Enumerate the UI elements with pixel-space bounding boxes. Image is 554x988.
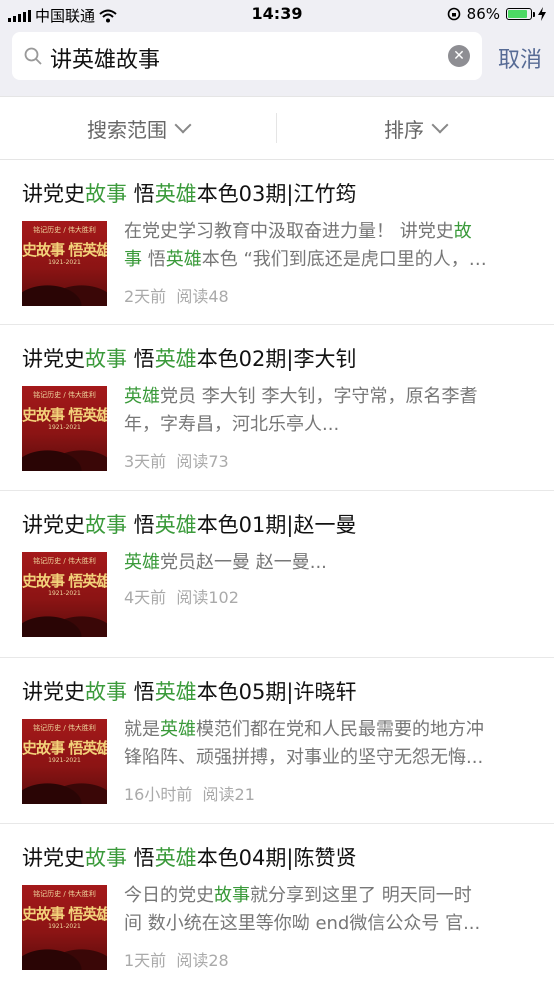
rotation-lock-icon (447, 7, 460, 21)
title-highlight: 故事 (85, 182, 127, 206)
article-title[interactable]: 讲党史故事 悟英雄本色02期|李大钊 (22, 343, 356, 373)
article-snippet: 今日的党史故事就分享到这里了 明天同一时 间 数小统在这里等你呦 end微信公众… (124, 885, 481, 934)
search-input[interactable]: 讲英雄故事 ✕ (12, 32, 482, 80)
results-list: 讲党史故事 悟英雄本色03期|江竹筠 铭记历史 / 伟大胜利 史故事 悟英雄 1… (0, 160, 554, 988)
list-item[interactable]: 讲党史故事 悟英雄本色04期|陈赞贤 铭记历史 / 伟大胜利 史故事 悟英雄 1… (0, 824, 554, 988)
battery-percent: 86% (466, 5, 500, 23)
article-meta: 1天前 阅读28 (124, 947, 229, 971)
article-snippet: 就是英雄模范们都在党和人民最需要的地方冲 锋陷阵、顽强拼搏，对事业的坚守无怨无悔… (124, 719, 484, 768)
thumbnail-title: 史故事 悟英雄 (22, 241, 107, 259)
post-time: 1天前 (124, 951, 167, 970)
read-count: 阅读21 (202, 785, 255, 804)
thumbnail-caption: 铭记历史 / 伟大胜利 (33, 226, 96, 234)
read-count: 阅读102 (176, 588, 239, 607)
charging-icon (538, 7, 546, 21)
sort-label: 排序 (384, 117, 424, 142)
article-meta: 4天前 阅读102 (124, 584, 239, 608)
article-thumbnail[interactable]: 铭记历史 / 伟大胜利 史故事 悟英雄 1921-2021 (22, 221, 107, 306)
list-item[interactable]: 讲党史故事 悟英雄本色03期|江竹筠 铭记历史 / 伟大胜利 史故事 悟英雄 1… (0, 160, 554, 325)
article-thumbnail[interactable]: 铭记历史 / 伟大胜利 史故事 悟英雄 1921-2021 (22, 386, 107, 471)
thumbnail-years: 1921-2021 (48, 259, 81, 266)
post-time: 2天前 (124, 287, 167, 306)
article-title[interactable]: 讲党史故事 悟英雄本色04期|陈赞贤 (22, 842, 356, 872)
read-count: 阅读73 (176, 452, 229, 471)
post-time: 4天前 (124, 588, 167, 607)
article-thumbnail[interactable]: 铭记历史 / 伟大胜利 史故事 悟英雄 1921-2021 (22, 885, 107, 970)
list-item[interactable]: 讲党史故事 悟英雄本色05期|许晓轩 铭记历史 / 伟大胜利 史故事 悟英雄 1… (0, 658, 554, 824)
search-scope-dropdown[interactable]: 搜索范围 (0, 97, 276, 159)
battery-icon (506, 8, 535, 20)
article-title[interactable]: 讲党史故事 悟英雄本色05期|许晓轩 (22, 676, 356, 706)
article-snippet: 英雄党员赵一曼 赵一曼... (124, 552, 327, 573)
read-count: 阅读48 (176, 287, 229, 306)
cancel-button[interactable]: 取消 (498, 42, 542, 74)
title-text: 本色03期|江竹筠 (196, 182, 357, 206)
read-count: 阅读28 (176, 951, 229, 970)
article-snippet: 英雄党员 李大钊 李大钊，字守常，原名李耆 年，字寿昌，河北乐亭人... (124, 386, 478, 435)
title-text: 讲党史 (22, 182, 85, 206)
article-meta: 16小时前 阅读21 (124, 781, 255, 805)
search-icon (24, 47, 42, 65)
filter-bar: 搜索范围 排序 (0, 96, 554, 160)
status-bar: 中国联通 14:39 86% (0, 0, 554, 28)
article-meta: 3天前 阅读73 (124, 448, 229, 472)
chevron-down-icon (174, 116, 192, 134)
list-item[interactable]: 讲党史故事 悟英雄本色01期|赵一曼 铭记历史 / 伟大胜利 史故事 悟英雄 1… (0, 491, 554, 658)
article-meta: 2天前 阅读48 (124, 283, 229, 307)
search-scope-label: 搜索范围 (87, 117, 167, 142)
post-time: 16小时前 (124, 785, 193, 804)
article-snippet: 在党史学习教育中汲取奋进力量！ 讲党史故 事 悟英雄本色 “我们到底还是虎口里的… (124, 221, 487, 270)
post-time: 3天前 (124, 452, 167, 471)
title-highlight: 英雄 (154, 182, 197, 206)
article-title[interactable]: 讲党史故事 悟英雄本色03期|江竹筠 (22, 178, 356, 208)
title-text: 悟 (127, 182, 155, 206)
article-title[interactable]: 讲党史故事 悟英雄本色01期|赵一曼 (22, 509, 356, 539)
search-query[interactable]: 讲英雄故事 (50, 42, 160, 74)
article-thumbnail[interactable]: 铭记历史 / 伟大胜利 史故事 悟英雄 1921-2021 (22, 552, 107, 637)
list-item[interactable]: 讲党史故事 悟英雄本色02期|李大钊 铭记历史 / 伟大胜利 史故事 悟英雄 1… (0, 325, 554, 491)
clear-icon[interactable]: ✕ (448, 45, 470, 67)
sort-dropdown[interactable]: 排序 (277, 97, 553, 159)
article-thumbnail[interactable]: 铭记历史 / 伟大胜利 史故事 悟英雄 1921-2021 (22, 719, 107, 804)
chevron-down-icon (431, 116, 449, 134)
